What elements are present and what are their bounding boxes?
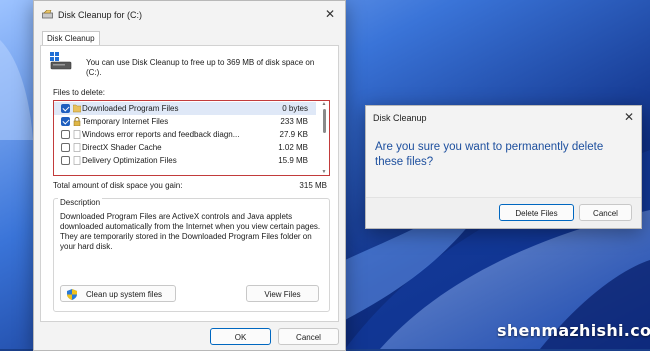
confirm-message: Are you sure you want to permanently del…	[375, 141, 604, 168]
intro-text: You can use Disk Cleanup to free up to 3…	[86, 58, 315, 77]
blank-file-icon	[73, 156, 81, 165]
drive-icon	[50, 52, 72, 70]
list-item[interactable]: Delivery Optimization Files 15.9 MB	[54, 154, 316, 167]
close-icon[interactable]: ✕	[622, 110, 636, 124]
checkbox[interactable]	[61, 143, 70, 152]
file-name: Windows error reports and feedback diagn…	[82, 130, 240, 139]
file-size: 1.02 MB	[278, 143, 308, 152]
file-name: DirectX Shader Cache	[82, 143, 162, 152]
checkbox[interactable]	[61, 156, 70, 165]
cancel-button[interactable]: Cancel	[278, 328, 339, 345]
lock-icon	[73, 117, 81, 126]
files-list[interactable]: Downloaded Program Files 0 bytes Tempora…	[53, 100, 330, 176]
file-name: Temporary Internet Files	[82, 117, 169, 126]
clean-up-system-files-label: Clean up system files	[85, 290, 163, 299]
delete-files-button[interactable]: Delete Files	[499, 204, 574, 221]
window-title: Disk Cleanup for (C:)	[58, 10, 143, 20]
ok-button[interactable]: OK	[210, 328, 271, 345]
blank-file-icon	[73, 130, 81, 139]
title-bar[interactable]: Disk Cleanup for (C:) ✕	[34, 1, 345, 29]
list-item[interactable]: Temporary Internet Files 233 MB	[54, 115, 316, 128]
scroll-down-icon[interactable]: ▼	[321, 169, 327, 175]
scroll-up-icon[interactable]: ▲	[321, 101, 327, 107]
shield-icon	[67, 289, 77, 300]
description-group: Description Downloaded Program Files are…	[53, 198, 330, 312]
folder-icon	[73, 104, 81, 113]
tab-strip: Disk Cleanup	[40, 31, 339, 45]
file-size: 0 bytes	[282, 104, 308, 113]
disk-cleanup-dialog: Disk Cleanup for (C:) ✕ Disk Cleanup You…	[33, 0, 346, 351]
description-text: Downloaded Program Files are ActiveX con…	[60, 212, 321, 251]
tab-disk-cleanup[interactable]: Disk Cleanup	[42, 31, 100, 45]
list-item[interactable]: Downloaded Program Files 0 bytes	[54, 102, 316, 115]
total-space-label: Total amount of disk space you gain:	[53, 181, 183, 190]
checkbox[interactable]	[61, 104, 70, 113]
tab-panel: You can use Disk Cleanup to free up to 3…	[40, 45, 339, 322]
confirm-footer: Delete Files Cancel	[366, 197, 641, 228]
file-size: 15.9 MB	[278, 156, 308, 165]
list-item[interactable]: Windows error reports and feedback diagn…	[54, 128, 316, 141]
scrollbar-thumb[interactable]	[323, 109, 326, 133]
confirm-cancel-button[interactable]: Cancel	[579, 204, 632, 221]
total-space-value: 315 MB	[299, 181, 327, 190]
list-item[interactable]: DirectX Shader Cache 1.02 MB	[54, 141, 316, 154]
view-files-button[interactable]: View Files	[246, 285, 319, 302]
file-name: Delivery Optimization Files	[82, 156, 177, 165]
disk-cleanup-icon	[42, 10, 53, 19]
checkbox[interactable]	[61, 130, 70, 139]
watermark: shenmazhishi.com	[497, 321, 650, 340]
confirm-title: Disk Cleanup	[373, 113, 427, 123]
file-size: 27.9 KB	[279, 130, 308, 139]
file-name: Downloaded Program Files	[82, 104, 179, 113]
confirm-delete-dialog: Disk Cleanup ✕ Are you sure you want to …	[365, 105, 642, 229]
clean-up-system-files-button[interactable]: Clean up system files	[60, 285, 176, 302]
file-size: 233 MB	[280, 117, 308, 126]
blank-file-icon	[73, 143, 81, 152]
files-to-delete-label: Files to delete:	[53, 88, 106, 97]
description-title: Description	[58, 198, 103, 207]
checkbox[interactable]	[61, 117, 70, 126]
close-icon[interactable]: ✕	[323, 7, 337, 21]
